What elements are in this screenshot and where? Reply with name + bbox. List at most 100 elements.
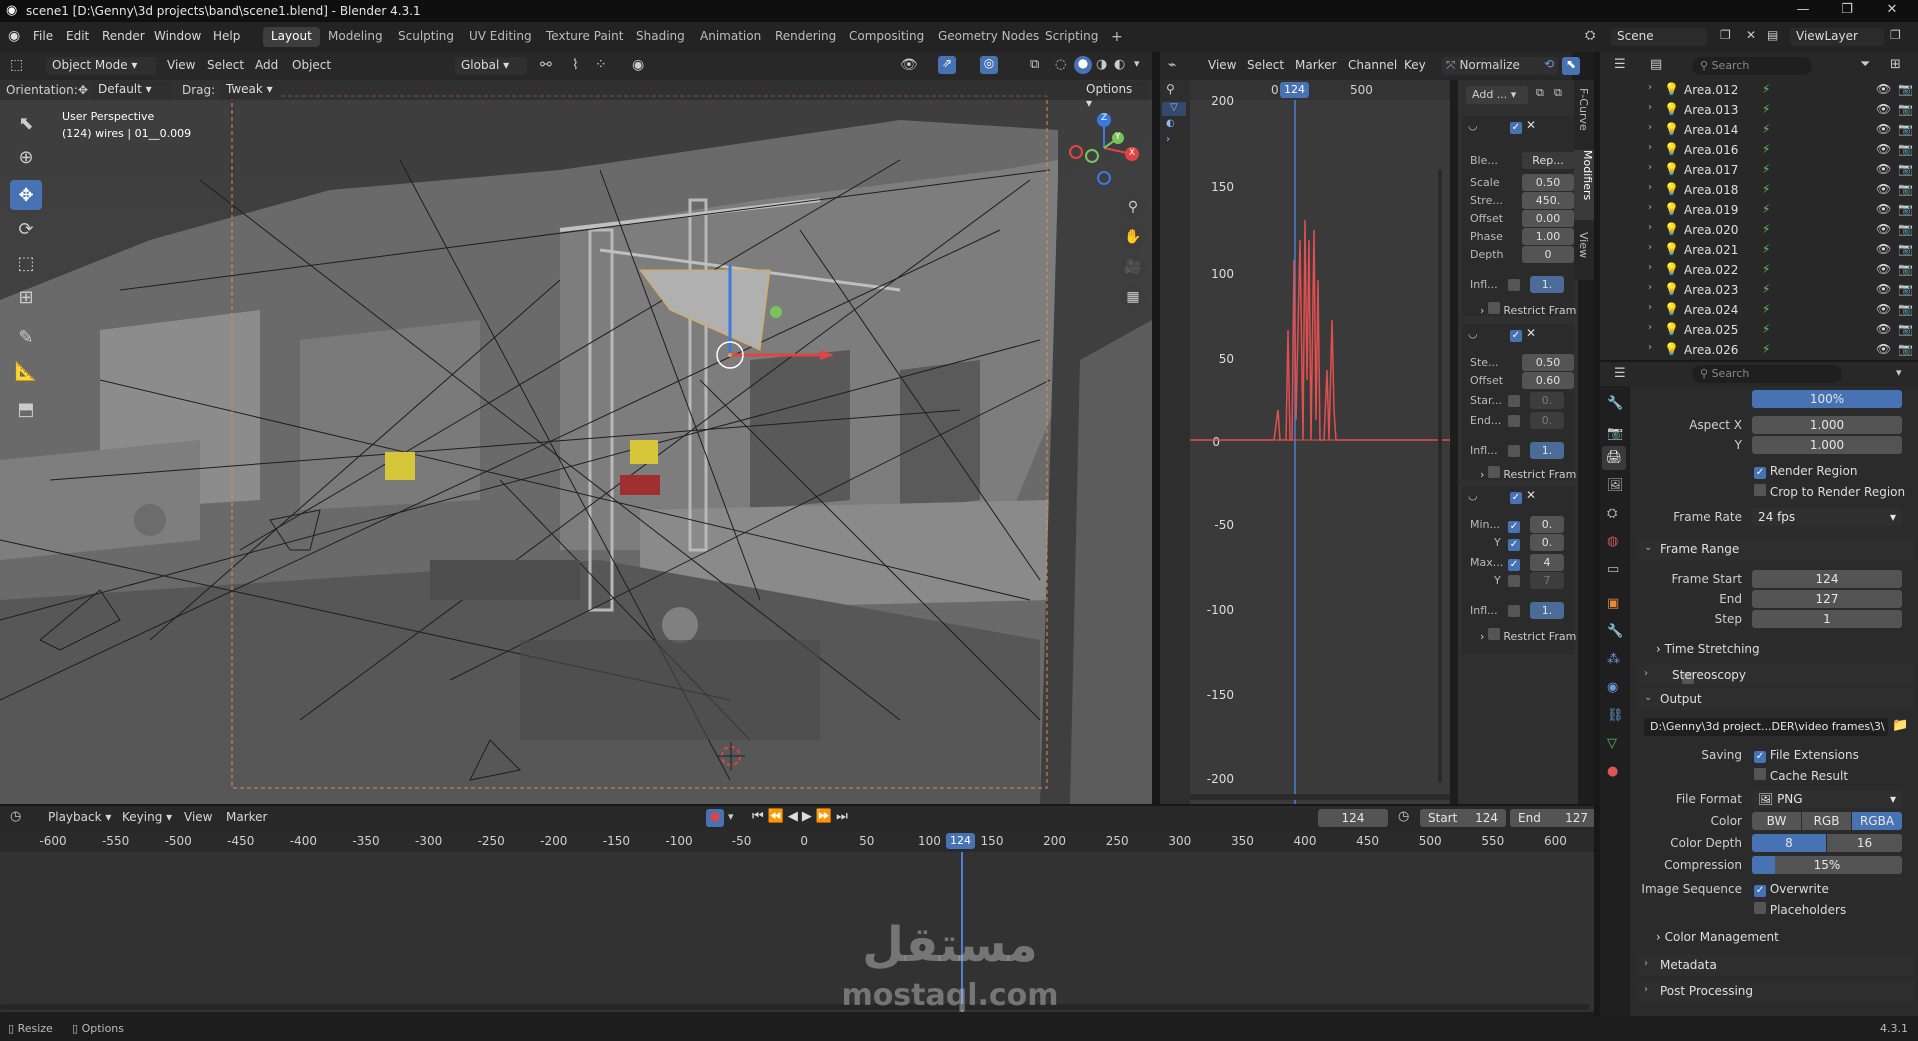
eye-icon[interactable]: 👁 — [1876, 222, 1891, 236]
solid-shading-icon[interactable]: ● — [1074, 56, 1092, 74]
add-cube-tool-icon[interactable]: ⬒ — [10, 394, 42, 424]
graph-menu-channel[interactable]: Channel — [1348, 58, 1397, 72]
constraints-properties-icon[interactable]: ⛓ — [1607, 708, 1624, 723]
modifier-mute-icon[interactable]: ◡ — [1468, 489, 1478, 502]
current-frame-field[interactable]: 124 — [1318, 809, 1388, 827]
channel-filter-icon[interactable]: ▽ — [1162, 102, 1186, 116]
shading-dropdown-icon[interactable]: ▾ — [1134, 57, 1140, 70]
move-tool-icon[interactable]: ✥ — [10, 180, 42, 210]
workspace-tab-texture-paint[interactable]: Texture Paint — [538, 27, 631, 47]
options-dropdown[interactable]: Options ▾ — [1080, 81, 1148, 110]
outliner-row[interactable]: › 💡 Area.022 ⚡ 👁 📷 — [1600, 260, 1918, 280]
stereoscopy-header[interactable]: › Stereoscopy — [1636, 664, 1914, 686]
menu-help[interactable]: Help — [213, 29, 240, 43]
expand-arrow-icon[interactable]: › — [1648, 122, 1652, 133]
modifier-delete-icon[interactable]: ✕ — [1526, 118, 1536, 132]
xray-icon[interactable]: ⧉ — [1030, 57, 1039, 72]
expand-arrow-icon[interactable]: › — [1648, 162, 1652, 173]
area-divider[interactable] — [1600, 360, 1918, 362]
outliner-row[interactable]: › 💡 Area.018 ⚡ 👁 📷 — [1600, 180, 1918, 200]
modifier-enable-checkbox[interactable]: ✓ — [1510, 119, 1522, 134]
modifier-delete-icon[interactable]: ✕ — [1526, 488, 1536, 502]
metadata-header[interactable]: › Metadata — [1636, 954, 1914, 976]
area-divider[interactable] — [1594, 52, 1600, 1016]
mode-selector[interactable]: Object Mode ▾ — [46, 57, 156, 75]
new-view-layer-icon[interactable]: ❐ — [1890, 28, 1901, 42]
frame-rate-select[interactable]: 24 fps ▾ — [1752, 508, 1902, 526]
scene-properties-icon[interactable]: ⛭ — [1607, 506, 1617, 521]
workspace-tab-compositing[interactable]: Compositing — [841, 27, 932, 47]
frame-start-field[interactable]: 124 — [1752, 570, 1902, 588]
step-offset-field[interactable]: 0.60 — [1522, 372, 1574, 389]
max-x-checkbox[interactable]: ✓ — [1508, 557, 1520, 571]
min-x-field[interactable]: 0. — [1530, 516, 1564, 533]
expand-arrow-icon[interactable]: › — [1648, 262, 1652, 273]
color-management-subpanel[interactable]: › Color Management — [1656, 930, 1779, 944]
modifier-mute-icon[interactable]: ◡ — [1468, 119, 1478, 132]
blender-menu-icon[interactable]: ◉ — [8, 28, 20, 44]
expand-arrow-icon[interactable]: › — [1648, 342, 1652, 353]
render-camera-icon[interactable]: 📷 — [1898, 322, 1913, 336]
phase-field[interactable]: 1.00 — [1522, 228, 1574, 245]
viewport-menu-select[interactable]: Select — [207, 58, 244, 72]
modifier-enable-checkbox[interactable]: ✓ — [1510, 327, 1522, 342]
workspace-tab-geometry-nodes[interactable]: Geometry Nodes — [930, 27, 1047, 47]
render-camera-icon[interactable]: 📷 — [1898, 302, 1913, 316]
measure-tool-icon[interactable]: 📐 — [10, 356, 42, 386]
workspace-tab-animation[interactable]: Animation — [692, 27, 769, 47]
outliner-row[interactable]: › 💡 Area.024 ⚡ 👁 📷 — [1600, 300, 1918, 320]
rendered-shading-icon[interactable]: ◐ — [1114, 57, 1125, 72]
ortho-grid-icon[interactable]: ▦ — [1120, 284, 1146, 310]
eye-icon[interactable]: 👁 — [1876, 162, 1891, 176]
workspace-tab-rendering[interactable]: Rendering — [767, 27, 844, 47]
eye-icon[interactable]: 👁 — [1876, 82, 1891, 96]
influence-checkbox[interactable] — [1508, 445, 1520, 460]
drag-selector[interactable]: Tweak ▾ — [220, 81, 280, 99]
tab-modifiers[interactable]: Modifiers — [1574, 150, 1594, 220]
render-camera-icon[interactable]: 📷 — [1898, 222, 1913, 236]
channel-expand-icon[interactable]: › — [1166, 134, 1170, 145]
eye-icon[interactable]: 👁 — [1876, 122, 1891, 136]
scale-tool-icon[interactable]: ⬚ — [10, 248, 42, 278]
graph-menu-marker[interactable]: Marker — [1295, 58, 1336, 72]
modifier-delete-icon[interactable]: ✕ — [1526, 326, 1536, 340]
select-box-icon[interactable]: ⬉ — [10, 108, 42, 138]
timeline-menu-marker[interactable]: Marker — [226, 810, 267, 824]
outliner-row[interactable]: › 💡 Area.019 ⚡ 👁 📷 — [1600, 200, 1918, 220]
compression-slider[interactable]: 15% — [1752, 856, 1902, 874]
snap-target-icon[interactable]: ⁘ — [595, 57, 607, 73]
crop-region-checkbox[interactable]: Crop to Render Region — [1754, 484, 1905, 499]
color-rgb-option[interactable]: RGB — [1802, 812, 1851, 830]
channel-object-icon[interactable]: ◐ — [1166, 118, 1175, 129]
post-processing-header[interactable]: › Post Processing — [1636, 980, 1914, 1002]
file-extensions-checkbox[interactable]: ✓ File Extensions — [1754, 748, 1859, 763]
copy-modifiers-icon[interactable]: ⧉ — [1536, 86, 1544, 100]
expand-arrow-icon[interactable]: › — [1648, 102, 1652, 113]
auto-keying-icon[interactable]: ● — [706, 809, 724, 827]
eye-icon[interactable]: 👁 — [1876, 282, 1891, 296]
render-camera-icon[interactable]: 📷 — [1898, 82, 1913, 96]
material-properties-icon[interactable]: ● — [1607, 764, 1618, 779]
graph-menu-view[interactable]: View — [1208, 58, 1236, 72]
outliner-type-icon[interactable]: ☰ — [1614, 57, 1626, 72]
view-layer-selector[interactable]: ViewLayer — [1790, 28, 1884, 46]
graph-menu-select[interactable]: Select — [1247, 58, 1284, 72]
expand-arrow-icon[interactable]: › — [1648, 282, 1652, 293]
influence-checkbox[interactable] — [1508, 605, 1520, 620]
pan-hand-icon[interactable]: ✋ — [1120, 224, 1146, 250]
transform-orientation-selector[interactable]: Global ▾ — [455, 57, 527, 75]
expand-arrow-icon[interactable]: › — [1648, 242, 1652, 253]
cache-result-checkbox[interactable]: Cache Result — [1754, 768, 1848, 783]
render-region-checkbox[interactable]: ✓ Render Region — [1754, 464, 1857, 479]
frame-end-field[interactable]: 127 — [1752, 590, 1902, 608]
properties-options-icon[interactable]: ▾ — [1896, 366, 1902, 379]
particles-properties-icon[interactable]: ⁂ — [1607, 652, 1620, 667]
eye-icon[interactable]: 👁 — [1876, 322, 1891, 336]
new-scene-icon[interactable]: ❐ — [1720, 28, 1731, 42]
playback-controls[interactable]: ⏮⏪◀▶⏩⏭ — [752, 809, 852, 824]
zoom-icon[interactable]: ⚲ — [1120, 194, 1146, 220]
gizmo-toggle-icon[interactable]: ⇗ — [938, 56, 956, 74]
keying-options-icon[interactable]: ▾ — [728, 810, 734, 823]
start-frame-field[interactable]: 0. — [1530, 392, 1564, 409]
add-workspace-button[interactable]: + — [1103, 27, 1131, 47]
